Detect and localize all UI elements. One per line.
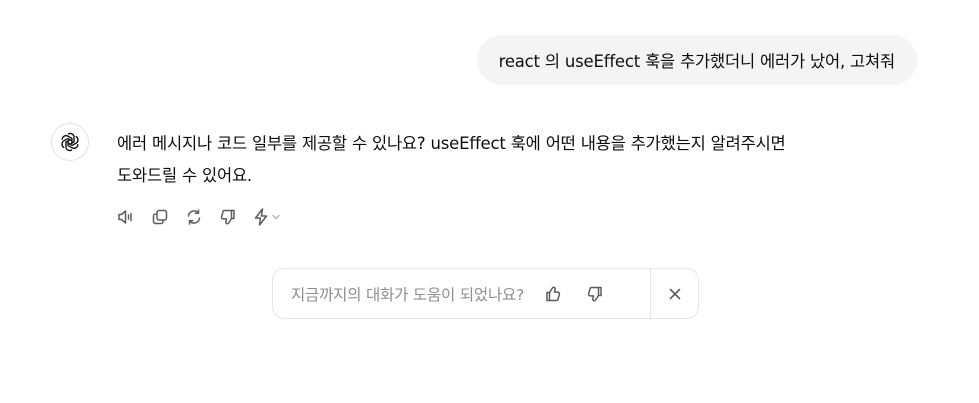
feedback-close-button[interactable]: [651, 269, 698, 318]
copy-icon: [152, 209, 168, 225]
assistant-avatar: [51, 123, 89, 161]
feedback-main: 지금까지의 대화가 도움이 되었나요?: [273, 269, 650, 318]
model-switch-button[interactable]: [248, 203, 284, 231]
assistant-message-line: 에러 메시지나 코드 일부를 제공할 수 있나요? useEffect 훅에 어…: [117, 134, 786, 153]
user-message-bubble: react 의 useEffect 훅을 추가했더니 에러가 났어, 고쳐줘: [476, 35, 917, 85]
openai-logo-icon: [61, 132, 79, 152]
message-actions: [112, 203, 284, 231]
thumbs-up-icon: [546, 286, 561, 301]
copy-button[interactable]: [146, 203, 174, 231]
chevron-down-icon: [271, 214, 280, 220]
feedback-thumbs-down-button[interactable]: [580, 279, 610, 309]
assistant-message-line: 도와드릴 수 있어요.: [117, 166, 252, 185]
speaker-icon: [118, 210, 132, 224]
close-icon: [669, 288, 680, 299]
assistant-message-text: 에러 메시지나 코드 일부를 제공할 수 있나요? useEffect 훅에 어…: [117, 128, 927, 192]
user-message-text: react 의 useEffect 훅을 추가했더니 에러가 났어, 고쳐줘: [498, 52, 896, 71]
feedback-question: 지금까지의 대화가 도움이 되었나요?: [291, 285, 525, 304]
read-aloud-button[interactable]: [112, 203, 140, 231]
regenerate-button[interactable]: [180, 203, 208, 231]
thumbs-down-button[interactable]: [214, 203, 242, 231]
refresh-icon: [187, 209, 201, 225]
thumbs-down-icon: [220, 209, 235, 225]
thumbs-down-icon: [587, 286, 602, 301]
feedback-prompt: 지금까지의 대화가 도움이 되었나요?: [272, 268, 699, 319]
feedback-thumbs-up-button[interactable]: [538, 279, 568, 309]
lightning-icon: [254, 208, 267, 226]
chat-page: react 의 useEffect 훅을 추가했더니 에러가 났어, 고쳐줘 에…: [0, 0, 979, 403]
